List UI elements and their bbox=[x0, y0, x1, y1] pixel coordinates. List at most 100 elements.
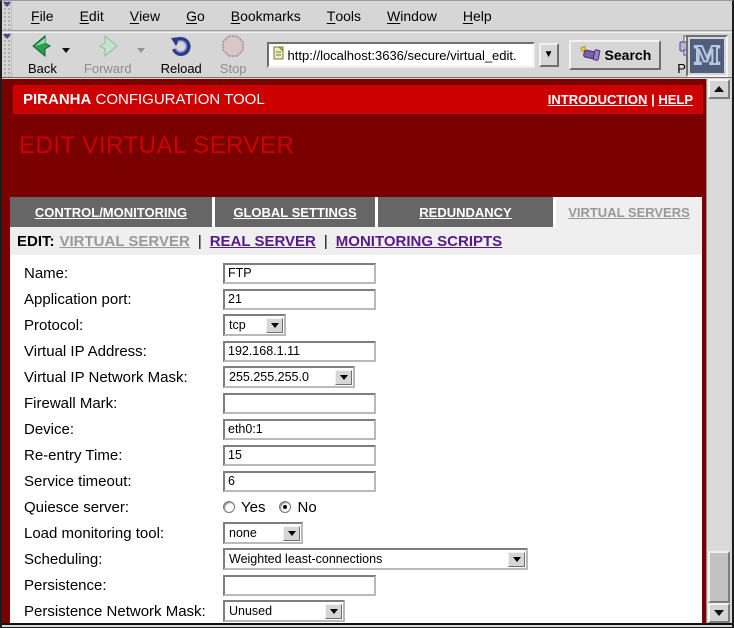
form-row-load-monitoring-tool: Load monitoring tool:none bbox=[24, 520, 702, 546]
firewall-mark-input[interactable] bbox=[223, 393, 376, 414]
select-dropdown-icon[interactable] bbox=[325, 604, 342, 619]
subnav-current-virtual-server: VIRTUAL SERVER bbox=[60, 233, 190, 250]
form-row-protocol: Protocol:tcp bbox=[24, 312, 702, 338]
back-dropdown-arrow[interactable] bbox=[62, 48, 70, 53]
toolbar-grippy[interactable] bbox=[2, 1, 12, 30]
select-dropdown-icon[interactable] bbox=[335, 370, 352, 385]
tab-virtual-servers[interactable]: VIRTUAL SERVERS bbox=[556, 197, 702, 227]
tab-control-monitoring[interactable]: CONTROL/MONITORING bbox=[10, 197, 212, 227]
field-label-load-monitoring-tool: Load monitoring tool: bbox=[24, 525, 223, 542]
back-icon bbox=[30, 35, 54, 60]
field-label-virtual-ip-address: Virtual IP Address: bbox=[24, 343, 223, 360]
virtual-ip-network-mask-select[interactable]: 255.255.255.0 bbox=[223, 366, 355, 388]
scroll-down-button[interactable] bbox=[708, 603, 730, 623]
page-viewport: PIRANHA CONFIGURATION TOOL INTRODUCTION … bbox=[2, 79, 708, 623]
bookmark-page-icon[interactable] bbox=[272, 46, 286, 65]
tab-redundancy[interactable]: REDUNDANCY bbox=[378, 197, 553, 227]
virtual-ip-network-mask-selected-value: 255.255.255.0 bbox=[225, 370, 335, 384]
re-entry-time-input[interactable] bbox=[223, 445, 376, 466]
menu-window[interactable]: Window bbox=[374, 1, 450, 30]
scheduling-select[interactable]: Weighted least-connections bbox=[223, 548, 528, 570]
virtual-ip-address-input[interactable] bbox=[223, 341, 376, 362]
mozilla-m-icon: M bbox=[690, 39, 724, 73]
form-row-quiesce-server: Quiesce server: Yes No bbox=[24, 494, 702, 520]
menu-go[interactable]: Go bbox=[173, 1, 218, 30]
protocol-selected-value: tcp bbox=[225, 318, 266, 332]
scroll-down-icon bbox=[714, 610, 724, 616]
search-button[interactable]: Search bbox=[569, 40, 662, 70]
navigation-toolbar: Back Forward Reload bbox=[2, 32, 732, 78]
select-dropdown-icon[interactable] bbox=[508, 552, 525, 567]
field-label-scheduling: Scheduling: bbox=[24, 551, 223, 568]
field-label-firewall-mark: Firewall Mark: bbox=[24, 395, 223, 412]
vertical-scrollbar[interactable] bbox=[706, 79, 730, 623]
radio-label-yes: Yes bbox=[241, 499, 265, 516]
reload-icon bbox=[169, 35, 193, 60]
url-input[interactable] bbox=[286, 45, 533, 65]
subnav-link-real-server[interactable]: REAL SERVER bbox=[210, 233, 316, 250]
form-row-scheduling: Scheduling:Weighted least-connections bbox=[24, 546, 702, 572]
field-label-quiesce-server: Quiesce server: bbox=[24, 499, 223, 516]
persistence-network-mask-selected-value: Unused bbox=[225, 604, 325, 618]
name-input[interactable] bbox=[223, 263, 376, 284]
load-monitoring-tool-selected-value: none bbox=[225, 526, 283, 540]
menu-file[interactable]: File bbox=[18, 1, 67, 30]
quiesce-server-radio-no[interactable] bbox=[279, 501, 291, 513]
toolbar-grippy[interactable] bbox=[2, 33, 12, 77]
menu-edit[interactable]: Edit bbox=[67, 1, 117, 30]
field-label-name: Name: bbox=[24, 265, 223, 282]
form-row-name: Name: bbox=[24, 260, 702, 286]
form-row-firewall-mark: Firewall Mark: bbox=[24, 390, 702, 416]
form-row-service-timeout: Service timeout: bbox=[24, 468, 702, 494]
persistence-network-mask-select[interactable]: Unused bbox=[223, 600, 345, 622]
help-link[interactable]: HELP bbox=[658, 92, 693, 107]
reload-button[interactable]: Reload bbox=[157, 33, 206, 77]
select-dropdown-icon[interactable] bbox=[283, 526, 300, 541]
quiesce-server-radio-group: Yes No bbox=[223, 499, 325, 516]
quiesce-server-radio-yes[interactable] bbox=[223, 501, 235, 513]
service-timeout-input[interactable] bbox=[223, 471, 376, 492]
form-row-persistence-network-mask: Persistence Network Mask:Unused bbox=[24, 598, 702, 623]
application-port-input[interactable] bbox=[223, 289, 376, 310]
protocol-select[interactable]: tcp bbox=[223, 314, 286, 336]
virtual-server-form: Name:Application port:Protocol:tcpVirtua… bbox=[10, 255, 702, 623]
tab-global-settings[interactable]: GLOBAL SETTINGS bbox=[215, 197, 375, 227]
forward-button[interactable]: Forward bbox=[80, 33, 136, 77]
menu-bar-items: FileEditViewGoBookmarksToolsWindowHelp bbox=[18, 1, 505, 30]
introduction-link[interactable]: INTRODUCTION bbox=[548, 92, 648, 107]
device-input[interactable] bbox=[223, 419, 376, 440]
menu-help[interactable]: Help bbox=[450, 1, 505, 30]
stop-button[interactable]: Stop bbox=[216, 33, 251, 77]
field-label-persistence-network-mask: Persistence Network Mask: bbox=[24, 603, 223, 620]
field-label-re-entry-time: Re-entry Time: bbox=[24, 447, 223, 464]
mozilla-logo-throbber[interactable]: M bbox=[686, 35, 728, 77]
back-button[interactable]: Back bbox=[24, 33, 61, 77]
persistence-input[interactable] bbox=[223, 575, 376, 596]
load-monitoring-tool-select[interactable]: none bbox=[223, 522, 303, 544]
form-row-persistence: Persistence: bbox=[24, 572, 702, 598]
form-row-virtual-ip-network-mask: Virtual IP Network Mask:255.255.255.0 bbox=[24, 364, 702, 390]
search-flashlight-icon bbox=[579, 46, 601, 65]
edit-subnav: EDIT: VIRTUAL SERVER | REAL SERVER | MON… bbox=[10, 227, 702, 255]
url-history-dropdown[interactable]: ▼ bbox=[539, 43, 559, 67]
scroll-up-button[interactable] bbox=[708, 79, 730, 99]
content-card: CONTROL/MONITORINGGLOBAL SETTINGSREDUNDA… bbox=[10, 197, 702, 623]
browser-window: FileEditViewGoBookmarksToolsWindowHelp B… bbox=[0, 0, 734, 628]
stop-icon bbox=[222, 35, 244, 60]
subnav-link-monitoring-scripts[interactable]: MONITORING SCRIPTS bbox=[336, 233, 502, 250]
field-label-device: Device: bbox=[24, 421, 223, 438]
menu-bar: FileEditViewGoBookmarksToolsWindowHelp bbox=[2, 1, 732, 31]
radio-label-no: No bbox=[297, 499, 316, 516]
page-title: EDIT VIRTUAL SERVER bbox=[19, 132, 294, 160]
menu-view[interactable]: View bbox=[117, 1, 173, 30]
field-label-service-timeout: Service timeout: bbox=[24, 473, 223, 490]
select-dropdown-icon[interactable] bbox=[266, 318, 283, 333]
field-label-protocol: Protocol: bbox=[24, 317, 223, 334]
field-label-persistence: Persistence: bbox=[24, 577, 223, 594]
menu-bookmarks[interactable]: Bookmarks bbox=[218, 1, 314, 30]
site-brand: PIRANHA CONFIGURATION TOOL bbox=[23, 91, 265, 108]
scrollbar-thumb[interactable] bbox=[708, 551, 730, 603]
menu-tools[interactable]: Tools bbox=[314, 1, 374, 30]
forward-dropdown-arrow[interactable] bbox=[137, 48, 145, 53]
site-header: PIRANHA CONFIGURATION TOOL INTRODUCTION … bbox=[13, 85, 703, 114]
